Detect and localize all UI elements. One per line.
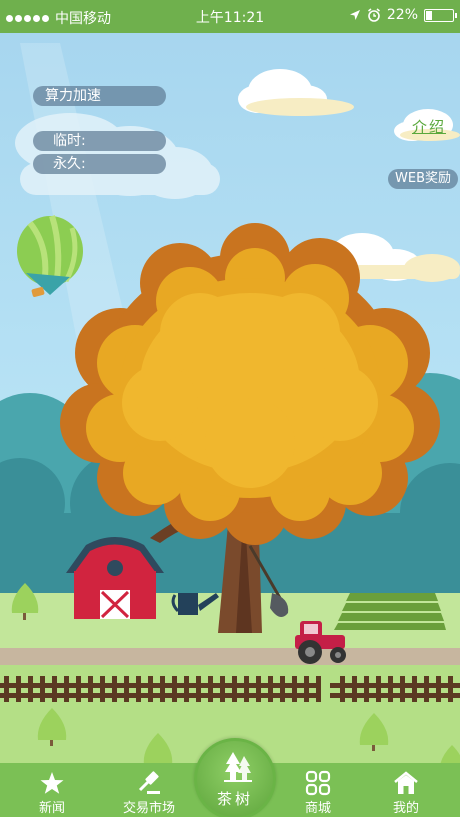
fence-post (184, 676, 189, 702)
fence-post (340, 676, 345, 702)
location-arrow-icon (349, 10, 360, 20)
fence-post (412, 676, 417, 702)
fence-post (112, 676, 117, 702)
fence-post (220, 676, 225, 702)
alarm-icon (367, 8, 380, 22)
fence-post (28, 676, 33, 702)
tab-news[interactable]: 新闻 (6, 763, 98, 817)
cloud-top (238, 69, 354, 116)
tab-mall-label: 商城 (304, 801, 331, 816)
tab-market-label: 交易市场 (122, 801, 175, 816)
fence-post (160, 676, 165, 702)
fence-post (136, 676, 141, 702)
fence-post (268, 676, 273, 702)
grid-icon (305, 770, 331, 796)
gavel-icon (138, 771, 160, 794)
dirt-path (0, 648, 460, 665)
fence-post (304, 676, 309, 702)
fence-post (76, 676, 81, 702)
fence-post (232, 676, 237, 702)
temporary-boost-label: 临时: (33, 131, 166, 151)
fence-post (364, 676, 369, 702)
tab-tea-tree-label: 茶树 (216, 790, 253, 808)
fence-post (208, 676, 213, 702)
fence-post (16, 676, 21, 702)
star-icon (40, 772, 64, 794)
intro-link[interactable]: 介绍 (412, 116, 446, 137)
fence-post (196, 676, 201, 702)
status-bar: 中国移动 上午11:21 22% (0, 0, 460, 33)
fence-post (292, 676, 297, 702)
fence-post (388, 676, 393, 702)
fence-post (124, 676, 129, 702)
tab-mine-label: 我的 (392, 801, 419, 816)
fence-post (64, 676, 69, 702)
fence-post (100, 676, 105, 702)
battery-icon (424, 8, 457, 22)
fence-post (424, 676, 429, 702)
fence-post (256, 676, 261, 702)
permanent-boost-label: 永久: (33, 154, 166, 174)
battery-fill (426, 10, 432, 20)
fence-post (448, 676, 453, 702)
compute-boost-label: 算力加速 (33, 86, 166, 106)
pine-trees-icon (224, 752, 252, 782)
status-right: 22% (349, 7, 457, 23)
fence-post (172, 676, 177, 702)
fence-post (4, 676, 9, 702)
fence-post (280, 676, 285, 702)
fence-post (376, 676, 381, 702)
fence-post (148, 676, 153, 702)
tab-market[interactable]: 交易市场 (103, 763, 195, 817)
web-reward-button[interactable]: WEB奖励 (388, 169, 458, 189)
fence-post (88, 676, 93, 702)
fence-post (244, 676, 249, 702)
tab-tea-tree[interactable]: 茶树 (194, 738, 276, 817)
tab-mine[interactable]: 我的 (360, 763, 452, 817)
home-icon (394, 771, 418, 794)
fence-post (52, 676, 57, 702)
tab-mall[interactable]: 商城 (272, 763, 364, 817)
fence-post (40, 676, 45, 702)
battery-percent: 22% (386, 7, 418, 23)
fence-post (316, 676, 321, 702)
fence-post (352, 676, 357, 702)
fence-post (436, 676, 441, 702)
tab-news-label: 新闻 (38, 801, 65, 816)
fence-post (400, 676, 405, 702)
